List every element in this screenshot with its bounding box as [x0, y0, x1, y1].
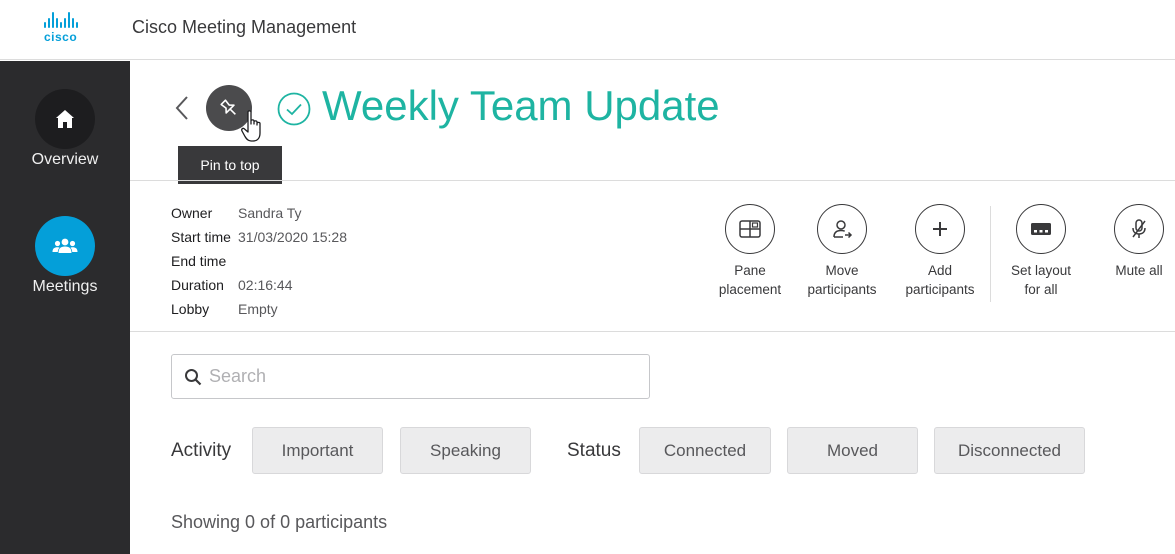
action-label: Pane placement	[718, 263, 782, 297]
action-label: Mute all	[1115, 263, 1163, 278]
filter-disconnected-button[interactable]: Disconnected	[934, 427, 1085, 474]
mute-all-button[interactable]: Mute all	[1108, 204, 1170, 280]
mute-microphone-icon	[1114, 204, 1164, 254]
detail-value: Empty	[238, 301, 278, 317]
action-label: Move participants	[807, 263, 877, 297]
action-separator	[990, 206, 991, 302]
participants-count: Showing 0 of 0 participants	[171, 512, 388, 532]
page-title: Weekly Team Update	[322, 82, 720, 129]
cisco-logo-word: cisco	[44, 30, 78, 44]
back-chevron-icon[interactable]	[170, 88, 194, 128]
layout-icon	[1016, 204, 1066, 254]
sidebar-item-overview[interactable]: Overview	[0, 89, 130, 169]
detail-row-start-time: Start time 31/03/2020 15:28	[171, 225, 347, 249]
detail-key: Owner	[171, 205, 213, 221]
detail-key: Duration	[171, 277, 224, 293]
pin-tooltip: Pin to top	[178, 146, 282, 184]
filter-moved-button[interactable]: Moved	[787, 427, 918, 474]
cisco-logo-bars	[44, 12, 104, 28]
cisco-logo: cisco	[44, 12, 104, 48]
move-participants-button[interactable]: Move participants	[800, 204, 884, 299]
set-layout-button[interactable]: Set layout for all	[1004, 204, 1078, 299]
pin-icon	[220, 99, 236, 115]
top-bar: cisco Cisco Meeting Management	[0, 0, 1175, 60]
search-input[interactable]	[209, 366, 629, 387]
search-box[interactable]	[171, 354, 650, 399]
add-participants-button[interactable]: Add participants	[898, 204, 982, 299]
detail-row-owner: Owner Sandra Ty	[171, 201, 347, 225]
sidebar-item-meetings[interactable]: Meetings	[0, 216, 130, 296]
pane-placement-button[interactable]: Pane placement	[715, 204, 785, 299]
action-label: Set layout for all	[1010, 263, 1072, 297]
meeting-details: Owner Sandra Ty Start time 31/03/2020 15…	[171, 201, 347, 321]
detail-value: 31/03/2020 15:28	[238, 229, 347, 245]
add-icon	[915, 204, 965, 254]
move-participants-icon	[817, 204, 867, 254]
detail-value: Sandra Ty	[238, 205, 302, 221]
detail-key: Lobby	[171, 301, 210, 317]
detail-key: End time	[171, 253, 227, 269]
search-icon	[185, 368, 202, 385]
filter-important-button[interactable]: Important	[252, 427, 383, 474]
action-label: Add participants	[905, 263, 975, 297]
home-icon	[35, 89, 95, 149]
divider	[130, 331, 1175, 332]
sidebar: Overview Meetings	[0, 61, 130, 554]
detail-value: 02:16:44	[238, 277, 293, 293]
detail-key: Start time	[171, 229, 231, 245]
status-filter-label: Status	[567, 440, 621, 461]
filter-connected-button[interactable]: Connected	[639, 427, 771, 474]
activity-filter-label: Activity	[171, 440, 232, 461]
app-title: Cisco Meeting Management	[132, 17, 357, 37]
check-circle-icon	[276, 91, 312, 127]
filter-speaking-button[interactable]: Speaking	[400, 427, 531, 474]
divider	[130, 180, 1175, 181]
pane-placement-icon	[725, 204, 775, 254]
sidebar-item-label: Overview	[31, 151, 99, 168]
people-icon	[35, 216, 95, 276]
detail-row-lobby: Lobby Empty	[171, 297, 347, 321]
detail-row-end-time: End time	[171, 249, 347, 273]
hand-cursor-icon	[240, 108, 270, 148]
detail-row-duration: Duration 02:16:44	[171, 273, 347, 297]
sidebar-item-label: Meetings	[32, 278, 98, 295]
